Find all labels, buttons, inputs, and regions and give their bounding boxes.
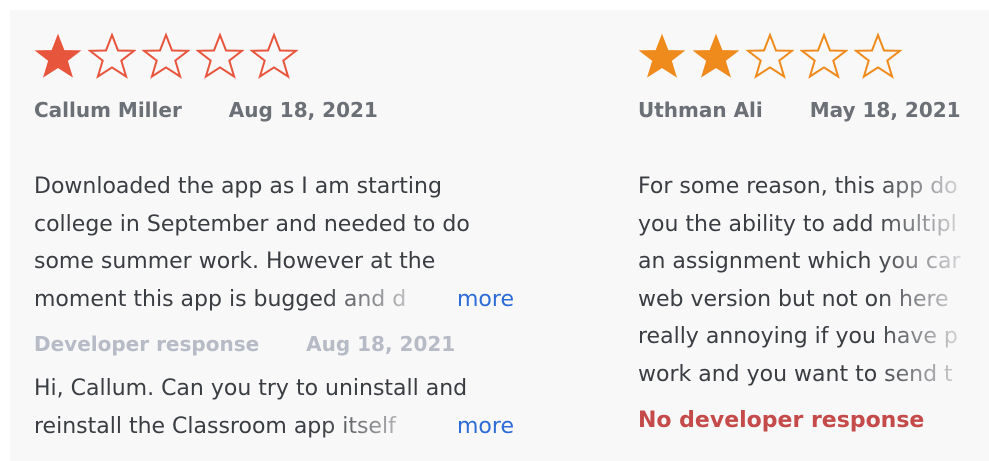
developer-response-header: Developer response Aug 18, 2021: [34, 332, 455, 356]
empty-star-icon: [196, 32, 244, 80]
developer-response-date: Aug 18, 2021: [306, 332, 456, 356]
filled-star-icon: [34, 32, 82, 80]
review-author: Uthman Ali: [638, 98, 763, 122]
review-date: May 18, 2021: [809, 98, 961, 122]
review-card: Callum Miller Aug 18, 2021 Downloaded th…: [34, 10, 514, 461]
no-developer-response: No developer response: [638, 408, 925, 433]
empty-star-icon: [88, 32, 136, 80]
review-author: Callum Miller: [34, 98, 182, 122]
reviews-panel: Callum Miller Aug 18, 2021 Downloaded th…: [10, 10, 989, 461]
review-card: Uthman Ali May 18, 2021 For some reason,…: [638, 10, 989, 461]
review-line: moment this app is bugged and d: [34, 286, 407, 312]
empty-star-icon: [142, 32, 190, 80]
review-line: For some reason, this app do: [638, 174, 958, 199]
developer-response-line: reinstall the Classroom app itself: [34, 413, 396, 439]
review-line: an assignment which you car: [638, 249, 961, 274]
review-meta: Uthman Ali May 18, 2021: [638, 98, 961, 122]
empty-star-icon: [746, 32, 794, 80]
review-line: some summer work. However at the: [34, 249, 436, 274]
review-text: For some reason, this app do you the abi…: [638, 168, 978, 393]
review-meta: Callum Miller Aug 18, 2021: [34, 98, 378, 122]
review-line: college in September and needed to do: [34, 211, 470, 237]
developer-response-more-link[interactable]: more: [457, 408, 514, 446]
review-line: really annoying if you have p: [638, 324, 958, 349]
star-rating: [34, 32, 304, 80]
review-more-link[interactable]: more: [457, 281, 514, 319]
developer-response-label: Developer response: [34, 332, 260, 356]
review-line: work and you want to send t: [638, 361, 953, 387]
review-line: you the ability to add multipl: [638, 211, 957, 237]
filled-star-icon: [692, 32, 740, 80]
developer-response-line: Hi, Callum. Can you try to uninstall and: [34, 376, 468, 401]
review-date: Aug 18, 2021: [228, 98, 378, 122]
review-line: Downloaded the app as I am starting: [34, 174, 442, 199]
star-rating: [638, 32, 908, 80]
filled-star-icon: [638, 32, 686, 80]
developer-response-text: Hi, Callum. Can you try to uninstall and…: [34, 370, 514, 445]
review-line: web version but not on here: [638, 286, 949, 312]
review-text: Downloaded the app as I am starting coll…: [34, 168, 514, 318]
empty-star-icon: [800, 32, 848, 80]
empty-star-icon: [854, 32, 902, 80]
empty-star-icon: [250, 32, 298, 80]
